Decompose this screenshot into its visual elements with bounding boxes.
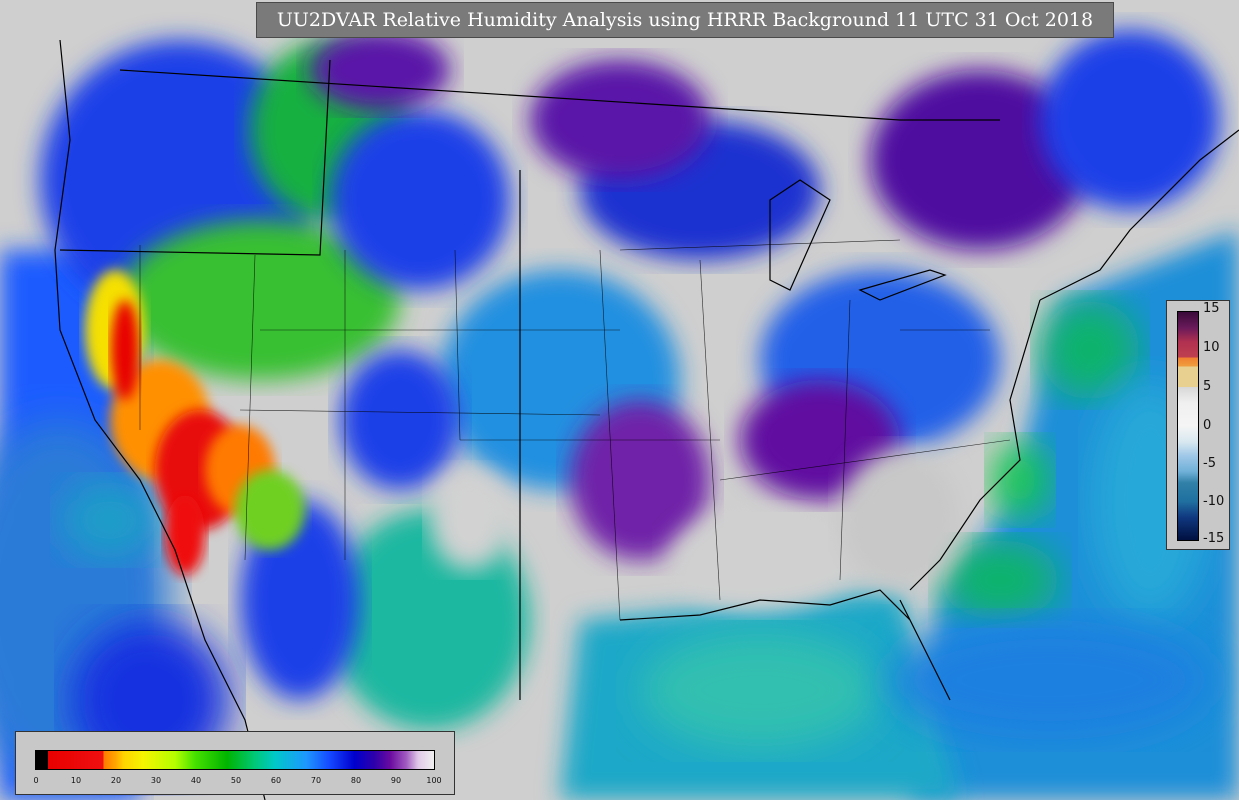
rh-analysis-map: UU2DVAR Relative Humidity Analysis using… (0, 0, 1239, 800)
colorbar-tick: 30 (150, 776, 162, 785)
colorbar-tick: 0 (33, 776, 39, 785)
map-title: UU2DVAR Relative Humidity Analysis using… (256, 2, 1114, 38)
rh-colorbar-legend: 0 10 20 30 40 50 60 70 80 90 100 (15, 731, 455, 795)
colorbar-tick: 50 (230, 776, 242, 785)
colorbar-tick: 15 (1203, 301, 1220, 316)
colorbar-tick: 10 (1203, 340, 1220, 355)
colorbar-tick: 60 (270, 776, 282, 785)
colorbar-tick: 90 (390, 776, 402, 785)
colorbar-tick: -15 (1203, 531, 1225, 546)
colorbar-tick: 100 (426, 776, 442, 785)
map-canvas (0, 0, 1239, 800)
difference-colorbar-legend: 15 10 5 0 -5 -10 -15 (1166, 300, 1230, 550)
rh-colorbar (35, 750, 435, 770)
colorbar-tick: 80 (350, 776, 362, 785)
colorbar-tick: 5 (1203, 379, 1212, 394)
colorbar-tick: 10 (70, 776, 82, 785)
colorbar-tick: -5 (1203, 456, 1216, 471)
colorbar-tick: 70 (310, 776, 322, 785)
colorbar-tick: 40 (190, 776, 202, 785)
colorbar-tick: -10 (1203, 494, 1225, 509)
colorbar-tick: 20 (110, 776, 122, 785)
colorbar-tick: 0 (1203, 418, 1212, 433)
difference-colorbar (1177, 311, 1199, 541)
